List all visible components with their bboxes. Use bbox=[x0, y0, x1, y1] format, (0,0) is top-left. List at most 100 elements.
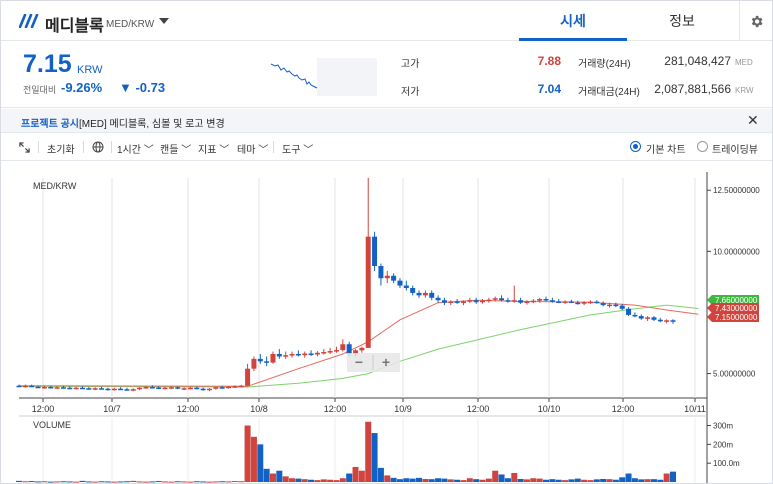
volume-bar bbox=[301, 479, 308, 482]
volume-bar bbox=[441, 478, 448, 482]
volume-bar bbox=[193, 481, 200, 483]
volume-tick-label: 300m bbox=[713, 422, 733, 431]
candle-body bbox=[378, 266, 384, 279]
candle-body bbox=[340, 344, 346, 351]
toolbar-divider bbox=[111, 141, 112, 153]
candle-body bbox=[638, 316, 644, 319]
candle-body bbox=[454, 301, 460, 303]
volume-bar bbox=[650, 479, 657, 482]
medibloc-logo-icon bbox=[19, 14, 39, 28]
volume-bar bbox=[543, 479, 550, 482]
settings-button[interactable] bbox=[739, 1, 772, 41]
low-value: 7.04 bbox=[537, 82, 561, 96]
volume-bar bbox=[600, 478, 607, 482]
volume-bar bbox=[263, 468, 270, 482]
indicator-label: 지표 bbox=[198, 145, 217, 156]
volume-bar bbox=[174, 481, 181, 483]
tab-info[interactable]: 정보 bbox=[628, 1, 736, 41]
pair-dropdown-caret-icon[interactable] bbox=[159, 16, 169, 26]
zoom-out-button[interactable]: − bbox=[355, 354, 363, 370]
candle-body bbox=[391, 275, 397, 281]
chart-canvas[interactable]: 12:00 10/7 12:00 10/8 12:00 10/9 12:00 10/10 12:… bbox=[1, 162, 772, 484]
candle-body bbox=[111, 388, 117, 391]
candle-body bbox=[524, 301, 530, 303]
reset-button[interactable]: 초기화 bbox=[47, 141, 75, 156]
candle-dropdown[interactable]: 캔들 ﹀ bbox=[160, 141, 191, 156]
volume-unit: MED bbox=[735, 58, 753, 67]
volume-bar bbox=[47, 481, 54, 483]
candle-body bbox=[435, 297, 441, 301]
candle-body bbox=[581, 302, 587, 304]
volume-bar bbox=[428, 479, 435, 482]
candle-body bbox=[149, 387, 155, 389]
indicator-dropdown[interactable]: 지표 ﹀ bbox=[198, 141, 229, 156]
volume-bar bbox=[187, 481, 194, 483]
project-notice-bar[interactable]: 프로젝트 공시 [MED] 메디블록, 심볼 및 로고 변경 ✕ bbox=[1, 109, 772, 133]
candle-body bbox=[162, 387, 168, 390]
notice-text[interactable]: [MED] 메디블록, 심볼 및 로고 변경 bbox=[79, 115, 225, 130]
candle-body bbox=[187, 387, 193, 390]
volume-bar bbox=[555, 479, 562, 482]
candle-body bbox=[257, 358, 263, 362]
candle-body bbox=[645, 317, 651, 319]
chevron-down-icon: ﹀ bbox=[303, 145, 314, 156]
volume-title: VOLUME bbox=[33, 420, 71, 430]
change-amount: ▼ -0.73 bbox=[119, 80, 166, 95]
chevron-down-icon: ﹀ bbox=[258, 145, 269, 156]
tradingview-radio[interactable] bbox=[697, 141, 708, 152]
basic-chart-label[interactable]: 기본 차트 bbox=[646, 141, 686, 156]
volume-bar bbox=[333, 480, 340, 482]
volume-bar bbox=[22, 481, 29, 483]
volume-bar bbox=[562, 480, 569, 482]
candle-body bbox=[105, 388, 111, 391]
theme-dropdown[interactable]: 테마 ﹀ bbox=[237, 141, 268, 156]
header: 메디블록 MED/KRW 시세 정보 bbox=[1, 1, 772, 41]
tradingview-label[interactable]: 트레이딩뷰 bbox=[712, 141, 758, 156]
y-tick-label: 5.00000000 bbox=[713, 370, 756, 379]
basic-chart-radio[interactable] bbox=[630, 141, 641, 152]
candle-body bbox=[505, 300, 511, 302]
change-label: 전일대비 bbox=[23, 85, 57, 95]
candle-body bbox=[86, 388, 92, 390]
candle-body bbox=[492, 298, 498, 300]
volume-bar bbox=[644, 479, 651, 482]
candle-body bbox=[35, 386, 41, 389]
zoom-in-button[interactable]: + bbox=[382, 354, 390, 370]
candle-body bbox=[664, 320, 670, 322]
volume-bar bbox=[447, 479, 454, 482]
trading-pair: MED/KRW bbox=[106, 19, 155, 30]
coin-name: 메디블록 bbox=[45, 18, 104, 35]
tab-price[interactable]: 시세 bbox=[519, 1, 627, 41]
tools-dropdown[interactable]: 도구 ﹀ bbox=[282, 141, 313, 156]
expand-icon[interactable] bbox=[19, 142, 30, 153]
candle-body bbox=[168, 387, 174, 389]
volume-bar bbox=[479, 479, 486, 482]
candle-body bbox=[92, 388, 98, 390]
globe-icon[interactable] bbox=[92, 141, 104, 153]
volume-bar bbox=[168, 481, 175, 483]
candle-body bbox=[619, 305, 625, 309]
volume-bar bbox=[314, 480, 321, 482]
volume-bar bbox=[41, 481, 48, 483]
x-tick-label: 12:00 bbox=[612, 404, 635, 414]
toolbar-divider bbox=[273, 141, 274, 153]
theme-label: 테마 bbox=[237, 145, 256, 156]
candle-body bbox=[314, 352, 320, 355]
volume-bar bbox=[289, 478, 296, 482]
volume-bar bbox=[663, 473, 670, 482]
y-tick-label: 10.00000000 bbox=[713, 247, 760, 256]
interval-dropdown[interactable]: 1시간 ﹀ bbox=[117, 141, 154, 156]
zoom-controls[interactable]: − + bbox=[347, 353, 400, 372]
volume-bar bbox=[581, 479, 588, 482]
candle-body bbox=[448, 301, 454, 303]
candle-body bbox=[537, 299, 543, 301]
candlestick-chart[interactable]: 12:00 10/7 12:00 10/8 12:00 10/9 12:00 10/10 12:… bbox=[1, 162, 772, 484]
volume-bar bbox=[454, 479, 461, 482]
candle-body bbox=[607, 304, 613, 307]
volume-bar bbox=[511, 472, 518, 482]
volume-bar bbox=[523, 479, 530, 482]
candle-body bbox=[73, 387, 79, 390]
close-icon[interactable]: ✕ bbox=[747, 112, 759, 129]
volume-bar bbox=[225, 481, 232, 483]
candle-body bbox=[511, 300, 517, 302]
